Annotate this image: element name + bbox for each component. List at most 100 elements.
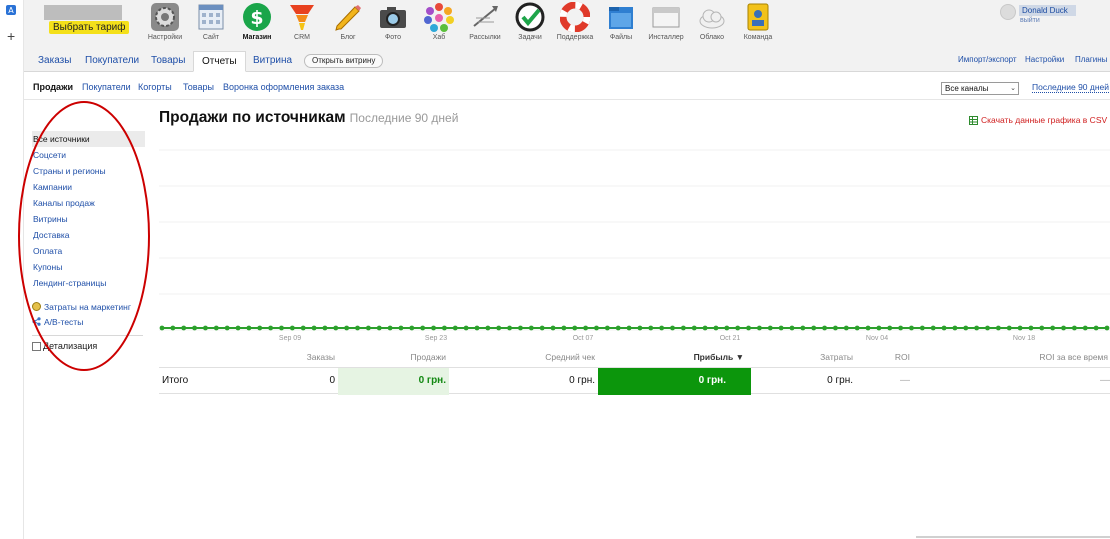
choose-tariff-button[interactable]: Выбрать тариф [49, 21, 130, 34]
data-point [376, 325, 382, 331]
data-point [1050, 325, 1056, 331]
import-export-link[interactable]: Импорт/экспорт [958, 55, 1017, 64]
avatar[interactable] [1000, 4, 1016, 20]
data-point [680, 325, 686, 331]
app-shop[interactable]: $ Магазин [234, 2, 280, 41]
logout-link[interactable]: выйти [1020, 17, 1040, 24]
chevron-down-icon: ⌄ [1010, 85, 1016, 92]
data-point [985, 325, 990, 331]
data-point [659, 325, 665, 331]
svg-text:$: $ [250, 7, 263, 29]
marketing-costs-link[interactable]: Затраты на маркетинг [32, 299, 145, 314]
download-csv-link[interactable]: Скачать данные графика в CSV [969, 115, 1107, 125]
col-roi[interactable]: ROI [895, 352, 910, 362]
plugins-link[interactable]: Плагины [1075, 55, 1107, 64]
app-blog[interactable]: Блог [325, 2, 371, 41]
page-title: Продажи по источникам Последние 90 дней [159, 109, 459, 126]
crm-funnel-icon [290, 5, 314, 30]
col-roi-all-time[interactable]: ROI за все время [1039, 352, 1108, 362]
cell-profit: 0 грн. [598, 368, 751, 395]
data-point [561, 325, 567, 331]
page-bottom-edge [916, 536, 1110, 538]
data-point [941, 325, 947, 331]
tab-customers[interactable]: Покупатели [77, 51, 147, 72]
app-cloud[interactable]: Облако [689, 2, 735, 41]
sidebar-item-campaigns[interactable]: Кампании [32, 179, 145, 195]
col-costs[interactable]: Затраты [820, 352, 853, 362]
subnav-cohorts[interactable]: Когорты [138, 82, 172, 92]
user-name[interactable]: Donald Duck [1019, 5, 1076, 16]
app-installer[interactable]: Инсталлер [643, 2, 689, 41]
tab-reports[interactable]: Отчеты [193, 51, 246, 72]
app-settings[interactable]: Настройки [142, 2, 188, 41]
data-point [268, 325, 274, 331]
data-point [257, 325, 263, 331]
data-point [637, 325, 643, 331]
sales-table: Заказы Продажи Средний чек Прибыль ▼ Зат… [159, 347, 1110, 395]
subnav-products[interactable]: Товары [183, 82, 214, 92]
data-point [409, 325, 415, 331]
app-hub[interactable]: Хаб [416, 2, 462, 41]
data-point [496, 325, 502, 331]
open-storefront-button[interactable]: Открыть витрину [304, 54, 384, 68]
sidebar-item-coupons[interactable]: Купоны [32, 259, 145, 275]
x-tick-label: Nov 04 [866, 335, 888, 342]
data-point [528, 325, 534, 331]
installer-window-icon [652, 7, 680, 28]
ab-tests-link[interactable]: A/B-тесты [32, 314, 145, 329]
tab-products[interactable]: Товары [143, 51, 193, 72]
checkbox-box[interactable] [32, 341, 41, 351]
data-point [398, 325, 404, 331]
subnav-sales[interactable]: Продажи [33, 82, 73, 92]
tab-orders[interactable]: Заказы [30, 51, 79, 72]
x-tick-label: Nov 18 [1013, 335, 1035, 342]
tab-storefront[interactable]: Витрина [245, 51, 300, 72]
apps-header: Выбрать тариф Настройки Сайт $ Магазин C… [24, 0, 1110, 48]
data-point [365, 325, 371, 331]
sidebar-item-sales-channels[interactable]: Каналы продаж [32, 195, 145, 211]
channel-select[interactable]: Все каналы ⌄ [941, 82, 1019, 95]
app-tasks[interactable]: Задачи [507, 2, 553, 41]
data-point [387, 325, 393, 331]
data-point [485, 325, 491, 331]
blog-pencil-icon [335, 5, 361, 31]
sidebar-item-shipping[interactable]: Доставка [32, 227, 145, 243]
col-orders[interactable]: Заказы [307, 352, 335, 362]
sidebar-item-countries[interactable]: Страны и регионы [32, 163, 145, 179]
sidebar-item-payment[interactable]: Оплата [32, 243, 145, 259]
app-logo-icon[interactable]: A [5, 4, 17, 16]
detail-checkbox[interactable]: Детализация [32, 341, 145, 351]
app-site[interactable]: Сайт [188, 2, 234, 41]
subnav-checkout-funnel[interactable]: Воронка оформления заказа [223, 82, 344, 92]
app-team[interactable]: Команда [735, 2, 781, 41]
app-support[interactable]: Поддержка [552, 2, 598, 41]
subnav-customers[interactable]: Покупатели [82, 82, 131, 92]
period-selector[interactable]: Последние 90 дней [1032, 82, 1110, 93]
app-files[interactable]: Файлы [598, 2, 644, 41]
sidebar-item-storefronts[interactable]: Витрины [32, 211, 145, 227]
col-profit[interactable]: Прибыль ▼ [694, 352, 744, 362]
data-point [300, 325, 306, 331]
data-point [1104, 325, 1110, 331]
chart-grid [159, 149, 1110, 331]
add-icon[interactable]: + [7, 29, 15, 43]
data-point [789, 325, 795, 331]
site-calendar-icon [198, 4, 224, 30]
col-sales[interactable]: Продажи [411, 352, 447, 362]
data-point [854, 325, 860, 331]
page-title-period: Последние 90 дней [349, 111, 459, 125]
col-avg-check[interactable]: Средний чек [545, 352, 595, 362]
data-point [833, 325, 838, 331]
sidebar-item-landing-pages[interactable]: Лендинг-страницы [32, 275, 145, 291]
app-crm[interactable]: CRM [279, 2, 325, 41]
app-photo[interactable]: Фото [370, 2, 416, 41]
app-mailer[interactable]: Рассылки [462, 2, 508, 41]
settings-link[interactable]: Настройки [1025, 55, 1064, 64]
data-point [344, 325, 350, 331]
data-point [170, 325, 176, 331]
sidebar-item-all-sources[interactable]: Все источники [32, 131, 145, 147]
data-point [213, 325, 219, 331]
sidebar-item-social[interactable]: Соцсети [32, 147, 145, 163]
data-point [279, 325, 284, 331]
photo-camera-icon [380, 7, 406, 28]
